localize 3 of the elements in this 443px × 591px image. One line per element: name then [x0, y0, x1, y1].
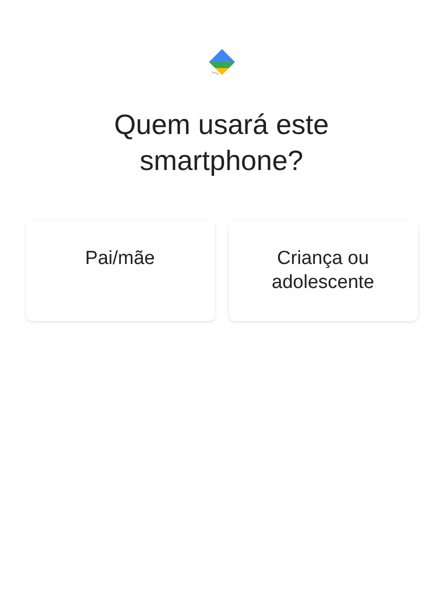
option-card[interactable]: Criança ou adolescente — [228, 221, 418, 321]
option-card[interactable]: Pai/mãe — [26, 221, 214, 321]
page-title: Quem usará este smartphone? — [113, 108, 330, 178]
